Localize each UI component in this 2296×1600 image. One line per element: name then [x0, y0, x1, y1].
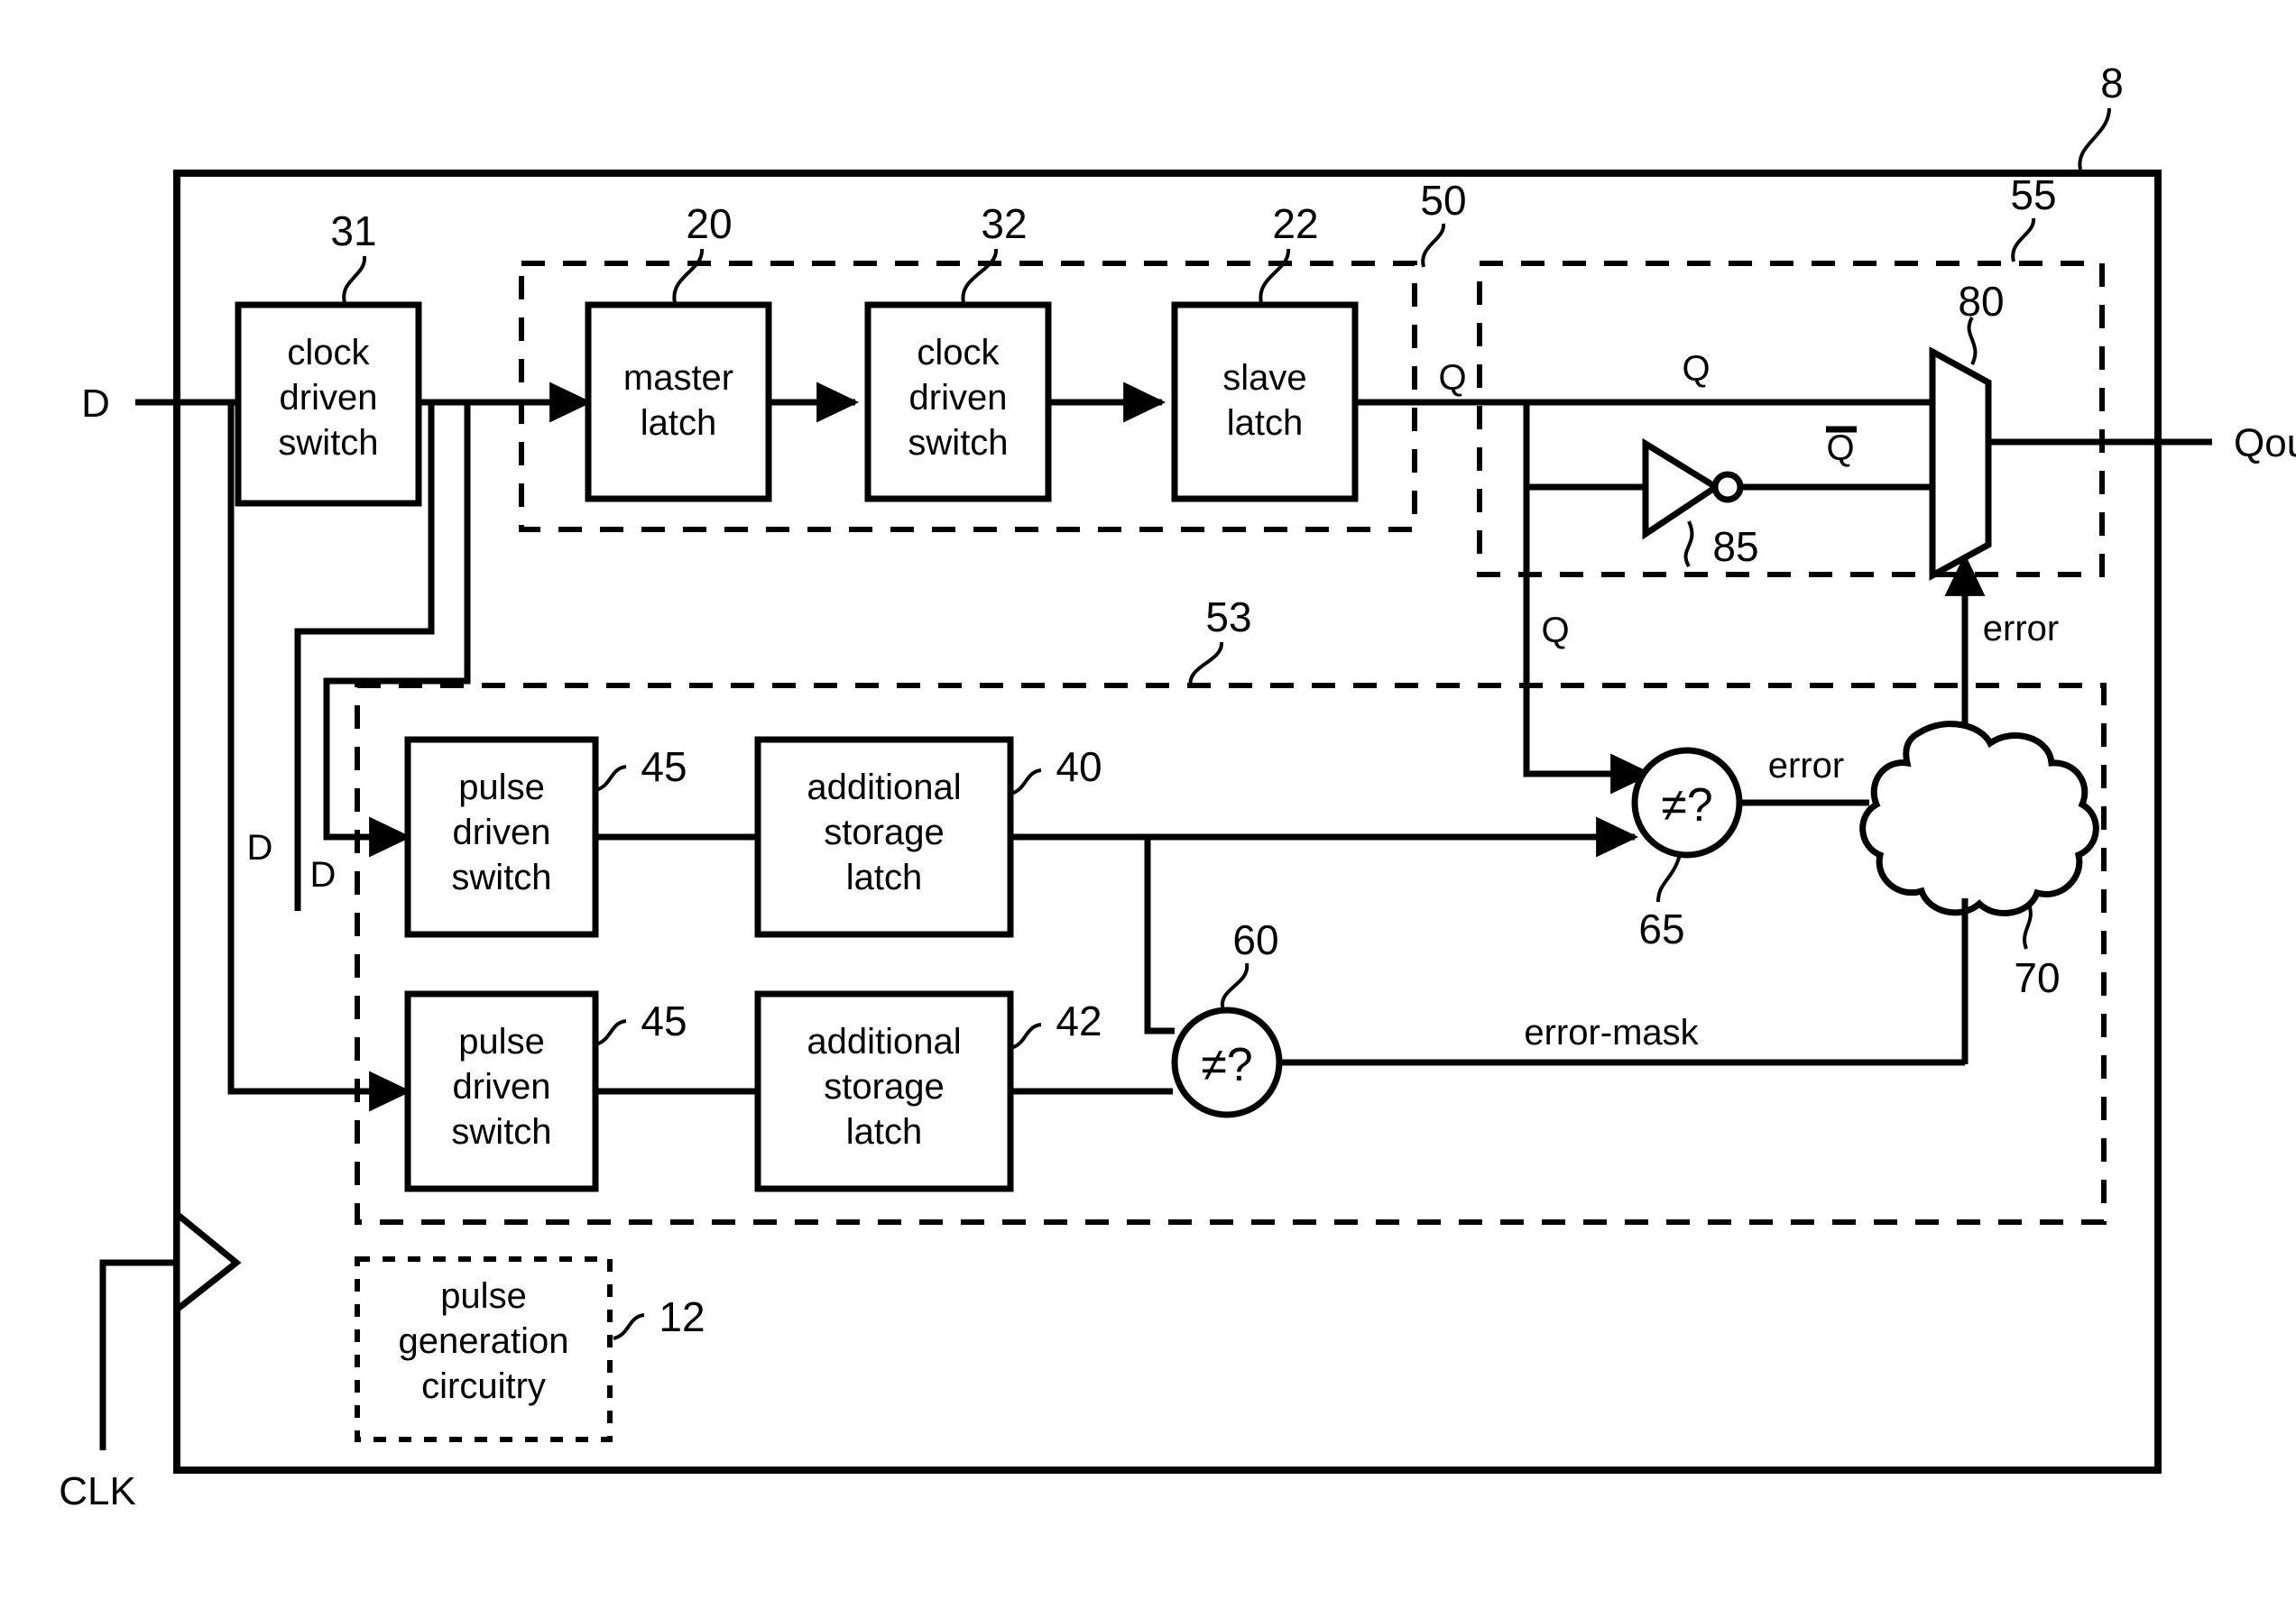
block-master-latch-20[interactable] — [585, 301, 772, 502]
block-20-line-1: master — [623, 358, 733, 398]
ref-storage-latch-bottom: 42 — [1056, 998, 1102, 1044]
block-pulse-bottom-line-3: switch — [451, 1112, 551, 1152]
ref-slave-latch: 22 — [1272, 200, 1318, 247]
block-pulsegen-line-3: circuitry — [421, 1366, 546, 1406]
ref-storage-latch-top: 40 — [1056, 743, 1102, 790]
block-20-line-2: latch — [641, 403, 717, 443]
ref-20-leader — [672, 248, 704, 304]
ref-chip: 8 — [2100, 60, 2124, 106]
block-31-line-3: switch — [278, 423, 378, 463]
inverter-85-bubble — [1711, 471, 1744, 503]
signal-label-error-to-mux: error — [1983, 609, 2059, 648]
block-22-line-2: latch — [1227, 403, 1304, 443]
comparator-60-glyph: ≠? — [1201, 1039, 1252, 1091]
ref-60-leader — [1220, 962, 1249, 1011]
block-pulse-top-line-1: pulse — [458, 768, 545, 807]
error-control-cloud-70[interactable] — [1859, 721, 2099, 916]
block-32-line-2: driven — [909, 378, 1008, 418]
block-31-line-2: driven — [280, 378, 378, 418]
block-22-line-1: slave — [1222, 358, 1306, 398]
circuit-diagram: 8 50 55 53 D D clock driven switch 31 D … — [59, 60, 2296, 1513]
block-pulsegen-line-2: generation — [398, 1321, 568, 1361]
ref-65-leader — [1656, 854, 1682, 903]
clock-buffer-triangle — [173, 1207, 242, 1317]
signal-label-qbar: Q — [1826, 428, 1854, 468]
signal-label-d-left: D — [247, 828, 273, 868]
ref-42-leader — [1010, 1023, 1042, 1050]
signal-label-q-to-mux: Q — [1682, 349, 1710, 389]
ref-redundant-group: 53 — [1205, 593, 1251, 640]
port-label-d-in: D — [81, 382, 110, 426]
ref-comparator-error: 65 — [1638, 906, 1684, 952]
wire-latch40-branch-to-xor60 — [1144, 837, 1175, 1034]
ref-53-leader — [1188, 641, 1223, 688]
chip-ref-leader — [2078, 107, 2111, 170]
port-label-clk: CLK — [59, 1469, 136, 1513]
signal-label-error-to-cloud: error — [1768, 746, 1844, 786]
block-latch42-line-3: latch — [846, 1112, 923, 1152]
signal-label-d-right: D — [310, 855, 337, 895]
ref-comparator-mask: 60 — [1232, 916, 1278, 963]
ref-45-top-leader — [595, 765, 627, 792]
ref-22-leader — [1259, 248, 1290, 304]
ref-12-leader — [613, 1313, 645, 1340]
signal-label-q-at-slave: Q — [1438, 358, 1466, 398]
ref-master-latch: 20 — [686, 200, 732, 247]
comparator-65-glyph: ≠? — [1661, 779, 1712, 832]
multiplexer-80[interactable] — [1929, 346, 1992, 581]
ref-50-leader — [1421, 223, 1445, 268]
ref-40-leader — [1010, 768, 1042, 795]
ref-31-leader — [342, 255, 367, 304]
block-slave-latch-22[interactable] — [1171, 301, 1359, 502]
ref-pulse-switch-bottom: 45 — [641, 998, 687, 1044]
port-label-qout: Qout — [2234, 421, 2296, 465]
ref-32-leader — [961, 248, 998, 304]
ref-pulse-switch-top: 45 — [641, 743, 687, 790]
block-pulse-top-line-3: switch — [451, 858, 551, 897]
figure-canvas: 8 50 55 53 D D clock driven switch 31 D … — [0, 0, 2296, 1600]
ref-error-control: 70 — [2014, 954, 2060, 1001]
ref-multiplexer-80: 80 — [1958, 278, 2004, 325]
ref-main-path-group: 50 — [1420, 177, 1466, 224]
ref-inverter-85: 85 — [1712, 523, 1758, 570]
ref-45-bottom-leader — [595, 1019, 627, 1046]
wire-q-tap-vertical — [1523, 402, 1647, 777]
block-pulse-bottom-line-2: driven — [453, 1067, 551, 1107]
block-latch42-line-2: storage — [824, 1067, 944, 1107]
block-pulse-bottom-line-1: pulse — [458, 1022, 545, 1062]
block-31-line-1: clock — [287, 333, 370, 372]
block-32-line-1: clock — [917, 333, 1000, 372]
ref-pulse-generation: 12 — [659, 1293, 705, 1340]
ref-85-leader — [1683, 520, 1694, 568]
block-latch40-line-2: storage — [824, 813, 944, 852]
ref-clock-driven-switch-31: 31 — [330, 207, 376, 254]
block-pulsegen-line-1: pulse — [440, 1276, 527, 1316]
block-latch40-line-3: latch — [846, 858, 923, 897]
block-latch42-line-1: additional — [807, 1022, 961, 1062]
block-latch40-line-1: additional — [807, 768, 961, 807]
inverter-85-triangle[interactable] — [1642, 437, 1722, 540]
ref-output-select-group: 55 — [2010, 171, 2056, 218]
block-pulse-top-line-2: driven — [453, 813, 551, 852]
block-32-line-3: switch — [908, 423, 1008, 463]
group-55-boundary — [1477, 261, 2105, 577]
ref-clock-driven-switch-32: 32 — [981, 200, 1027, 247]
ref-55-leader — [2011, 217, 2035, 262]
signal-label-q-to-comparator: Q — [1541, 611, 1569, 650]
wire-clk-input — [99, 1259, 177, 1450]
signal-label-error-mask: error-mask — [1524, 1013, 1699, 1053]
